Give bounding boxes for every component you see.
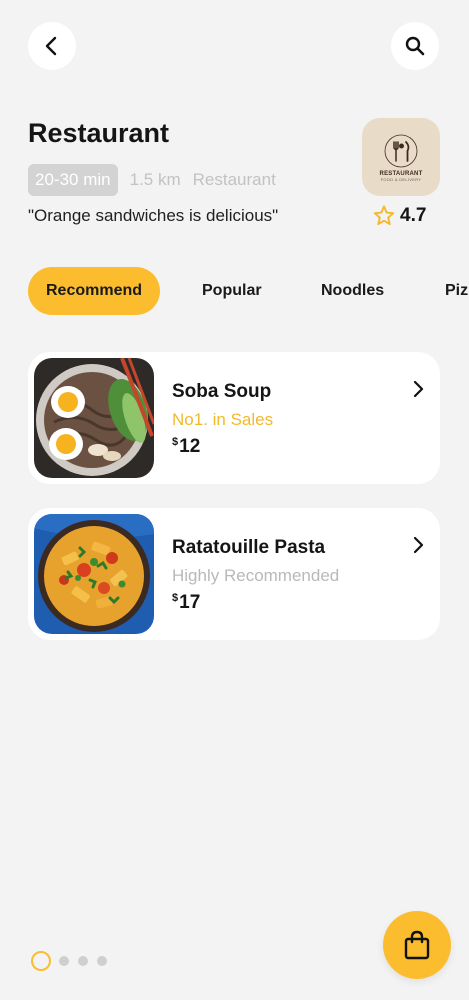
delivery-time-chip: 20-30 min	[28, 164, 118, 196]
category-tabs: Recommend Popular Noodles Piz	[0, 267, 469, 315]
search-icon	[405, 36, 425, 56]
star-icon	[373, 205, 395, 226]
back-arrow-icon	[45, 36, 57, 56]
rating: 4.7	[372, 204, 426, 228]
restaurant-tagline: "Orange sandwiches is delicious"	[28, 206, 279, 225]
chevron-right-icon[interactable]	[410, 536, 426, 554]
restaurant-meta: 20-30 min 1.5 km Restaurant	[28, 164, 276, 196]
page-title: Restaurant	[28, 118, 170, 148]
item-subtitle: No1. in Sales	[172, 410, 274, 429]
currency-symbol: $	[172, 592, 179, 604]
page-indicator	[31, 951, 116, 971]
item-price: $17	[172, 592, 200, 614]
item-name: Ratatouille Pasta	[172, 537, 326, 558]
page-dot-active[interactable]	[31, 951, 51, 971]
tab-noodles[interactable]: Noodles	[321, 267, 384, 315]
menu-item-card[interactable]: Soba Soup No1. in Sales $12	[28, 352, 440, 484]
page-dot[interactable]	[59, 956, 69, 966]
price-value: 12	[179, 436, 201, 457]
tab-popular[interactable]: Popular	[202, 267, 262, 315]
chevron-right-icon[interactable]	[410, 380, 426, 398]
shopping-bag-icon	[404, 930, 430, 960]
category-label: Restaurant	[192, 170, 276, 189]
item-subtitle: Highly Recommended	[172, 566, 340, 585]
menu-item-card[interactable]: Ratatouille Pasta Highly Recommended $17	[28, 508, 440, 640]
rating-value: 4.7	[400, 205, 427, 226]
tab-recommend[interactable]: Recommend	[28, 267, 160, 315]
logo-subtitle: FOOD & DELIVERY	[380, 176, 422, 182]
item-name: Soba Soup	[172, 381, 272, 402]
currency-symbol: $	[172, 436, 179, 448]
page-dot[interactable]	[97, 956, 107, 966]
page-dot[interactable]	[78, 956, 88, 966]
distance-label: 1.5 km	[129, 170, 181, 189]
tab-pizza[interactable]: Piz	[445, 267, 468, 315]
price-value: 17	[179, 592, 201, 613]
cart-button[interactable]	[383, 911, 451, 979]
search-button[interactable]	[391, 22, 439, 70]
item-price: $12	[172, 436, 200, 458]
ratatouille-pasta-image	[34, 514, 154, 634]
soba-soup-image	[34, 358, 154, 478]
back-button[interactable]	[28, 22, 76, 70]
cutlery-icon	[384, 134, 418, 167]
restaurant-logo: RESTAURANT FOOD & DELIVERY	[362, 118, 440, 196]
